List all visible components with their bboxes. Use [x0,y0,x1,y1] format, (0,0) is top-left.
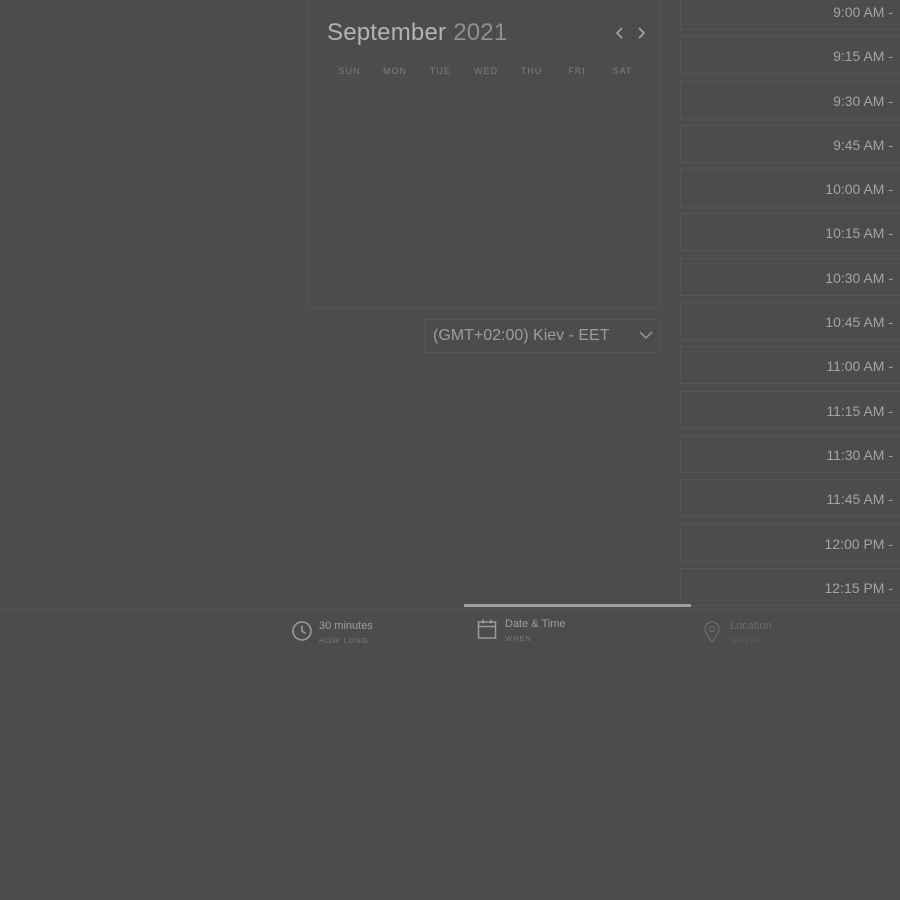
step-when[interactable]: Date & Time WHEN [477,618,617,646]
chevron-left-icon [615,27,623,39]
time-slot-label: 10:15 AM - [825,225,893,242]
time-slot-label: 9:45 AM - [833,136,893,153]
time-slot[interactable]: 11:15 AM - [680,390,900,429]
time-slot[interactable]: 12:15 PM - [680,567,900,606]
weekday-fri: FRI [568,66,586,76]
next-month-button[interactable] [632,24,650,42]
time-slot-label: 10:00 AM - [825,181,893,198]
time-slot-label: 12:15 PM - [824,579,893,596]
time-slot-label: 9:15 AM - [833,48,893,65]
time-slot-label: 9:30 AM - [833,92,893,109]
calendar-year: 2021 [453,19,508,46]
active-step-indicator [464,604,691,607]
time-slot[interactable]: 11:00 AM - [680,346,900,385]
timezone-select[interactable]: (GMT+02:00) Kiev - EET [424,319,660,353]
time-slot[interactable]: 9:00 AM - [680,0,900,30]
step-where[interactable]: Location WHERE [702,620,842,648]
step-title: 30 minutes [319,620,373,632]
time-slot[interactable]: 9:30 AM - [680,80,900,119]
time-slot[interactable]: 10:45 AM - [680,302,900,341]
calendar-title: September 2021 [327,19,507,47]
time-slot[interactable]: 10:15 AM - [680,213,900,252]
step-subtitle: HOW LONG [319,636,369,645]
weekday-thu: THU [520,66,543,76]
weekday-sun: SUN [338,66,361,76]
time-slot[interactable]: 9:15 AM - [680,36,900,75]
time-slot[interactable]: 10:30 AM - [680,257,900,296]
chevron-down-icon [639,331,653,340]
weekday-wed: WED [474,66,498,76]
step-how-long[interactable]: 30 minutes HOW LONG [291,620,431,648]
chevron-right-icon [638,27,646,39]
location-pin-icon [704,621,720,644]
time-slot-label: 12:00 PM - [824,535,893,552]
time-slot-label: 10:45 AM - [825,314,893,331]
timezone-label: (GMT+02:00) Kiev - EET [433,327,610,344]
time-slot-label: 10:30 AM - [825,269,893,286]
calendar-panel: September 2021 SUN MON TUE WED THU FRI SA… [308,0,661,308]
time-slot-label: 11:30 AM - [826,446,893,463]
weekday-mon: MON [383,66,407,76]
time-slot-label: 11:15 AM - [826,402,893,419]
time-slot[interactable]: 10:00 AM - [680,169,900,208]
calendar-icon [477,619,497,639]
step-subtitle: WHEN [505,634,532,643]
time-slot-list: 9:00 AM - 9:15 AM - 9:30 AM - 9:45 AM - … [680,0,900,612]
time-slot-label: 11:00 AM - [826,358,893,375]
previous-month-button[interactable] [611,24,629,42]
weekday-sat: SAT [612,66,633,76]
weekday-tue: TUE [430,66,451,76]
weekday-header: SUN MON TUE WED THU FRI SAT [327,66,645,76]
calendar-month: September [327,19,447,46]
time-slot-label: 11:45 AM - [826,491,893,508]
footer-divider [0,609,900,610]
time-slot[interactable]: 11:45 AM - [680,479,900,518]
step-title: Date & Time [505,618,566,630]
time-slot[interactable]: 12:00 PM - [680,523,900,562]
step-subtitle: WHERE [730,636,763,645]
step-title: Location [730,620,772,632]
time-slot[interactable]: 11:30 AM - [680,434,900,473]
clock-icon [292,621,312,641]
time-slot-label: 9:00 AM - [833,4,893,20]
time-slot[interactable]: 9:45 AM - [680,124,900,163]
